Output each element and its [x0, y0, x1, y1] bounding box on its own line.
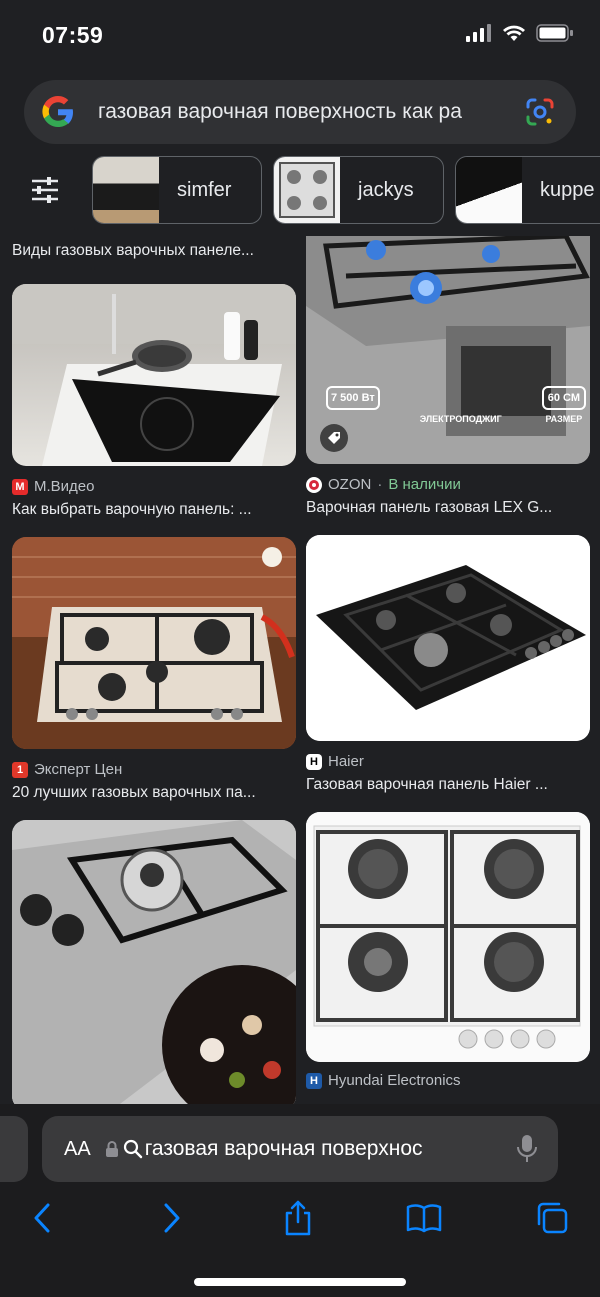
browser-toolbar: [0, 1196, 600, 1246]
back-button[interactable]: [20, 1196, 64, 1240]
result-source-name: OZON: [328, 476, 372, 493]
wifi-icon: [503, 25, 525, 41]
chip-kuppe[interactable]: kuppe: [455, 156, 600, 224]
chip-label: jackys: [358, 178, 414, 201]
image-results: Виды газовых варочных панеле... М М.Виде…: [0, 236, 600, 1104]
filter-sliders-icon[interactable]: [30, 176, 60, 204]
book-icon: [406, 1204, 442, 1233]
microphone-icon[interactable]: [516, 1134, 538, 1164]
power-badge-value: 7 500 Вт: [326, 386, 380, 410]
chevron-right-icon: [164, 1203, 180, 1233]
forward-button[interactable]: [150, 1196, 194, 1240]
result-image[interactable]: [306, 812, 590, 1062]
size-badge-label: РАЗМЕР: [545, 414, 583, 424]
expert-cen-favicon-icon: 1: [12, 761, 28, 778]
haier-favicon-icon: H: [306, 753, 322, 770]
filters-row: simfer jackys kuppe: [0, 154, 600, 228]
address-text[interactable]: газовая варочная поверхнос: [145, 1137, 475, 1161]
share-button[interactable]: [276, 1196, 320, 1240]
previous-tab-edge[interactable]: [0, 1116, 28, 1182]
product-badges: 7 500 Вт ЭЛЕКТРОПОДЖИГ 60 СМ РАЗМЕР: [326, 386, 586, 424]
search-icon: [123, 1139, 142, 1159]
result-source[interactable]: OZON · В наличии: [306, 476, 590, 493]
ozon-favicon-icon: [306, 476, 322, 493]
mvideo-favicon-icon: М: [12, 478, 28, 495]
result-title[interactable]: Как выбрать варочную панель: ...: [12, 501, 296, 519]
result-image[interactable]: [12, 284, 296, 466]
result-source[interactable]: H Haier: [306, 753, 590, 770]
separator: ·: [377, 476, 383, 493]
address-bar[interactable]: AA газовая варочная поверхнос: [42, 1116, 558, 1182]
tag-icon: [320, 424, 348, 452]
chip-jackys[interactable]: jackys: [273, 156, 444, 224]
result-source-name: Эксперт Цен: [34, 761, 123, 778]
chip-label: kuppe: [540, 178, 595, 201]
availability-label: В наличии: [388, 476, 461, 493]
browser-bottom-bar: AA газовая варочная поверхнос: [0, 1104, 600, 1297]
result-source[interactable]: 1 Эксперт Цен: [12, 761, 296, 778]
size-badge-value: 60 СМ: [541, 386, 586, 410]
share-icon: [285, 1200, 311, 1236]
chip-label: simfer: [177, 178, 232, 201]
status-time: 07:59: [42, 22, 104, 48]
home-indicator[interactable]: [194, 1278, 406, 1286]
tabs-icon: [537, 1202, 568, 1234]
result-image[interactable]: [12, 820, 296, 1104]
google-logo-icon: [42, 96, 73, 127]
ignition-badge: ЭЛЕКТРОПОДЖИГ: [419, 414, 502, 424]
result-title[interactable]: Варочная панель газовая LEX G...: [306, 499, 590, 517]
result-caption[interactable]: Виды газовых варочных панеле...: [12, 242, 296, 260]
reader-aa-button[interactable]: AA: [64, 1138, 91, 1161]
chip-simfer[interactable]: simfer: [92, 156, 262, 224]
result-source[interactable]: H Hyundai Electronics: [306, 1072, 590, 1089]
tabs-button[interactable]: [530, 1196, 574, 1240]
search-query[interactable]: газовая варочная поверхность как ра: [98, 100, 510, 124]
google-lens-icon[interactable]: [524, 96, 556, 128]
battery-icon: [536, 24, 573, 42]
bookmarks-button[interactable]: [402, 1196, 446, 1240]
result-source-name: Hyundai Electronics: [328, 1072, 461, 1089]
status-bar: 07:59: [0, 0, 600, 72]
chevron-left-icon: [34, 1203, 50, 1233]
chip-thumbnail: [93, 157, 159, 223]
size-badge: 60 СМ РАЗМЕР: [541, 386, 586, 424]
result-source[interactable]: М М.Видео: [12, 478, 296, 495]
lock-icon: [105, 1141, 118, 1157]
power-badge: 7 500 Вт: [326, 386, 380, 424]
chip-thumbnail: [274, 157, 340, 223]
signal-icon: [466, 24, 491, 42]
result-image[interactable]: 7 500 Вт ЭЛЕКТРОПОДЖИГ 60 СМ РАЗМЕР: [306, 236, 590, 464]
search-box[interactable]: газовая варочная поверхность как ра: [24, 80, 576, 144]
status-icons: [466, 24, 574, 42]
result-title[interactable]: 20 лучших газовых варочных па...: [12, 784, 296, 802]
result-source-name: Haier: [328, 753, 364, 770]
result-image[interactable]: [12, 537, 296, 749]
chip-thumbnail: [456, 157, 522, 223]
result-source-name: М.Видео: [34, 478, 95, 495]
result-image[interactable]: [306, 535, 590, 741]
hyundai-favicon-icon: H: [306, 1072, 322, 1089]
result-title[interactable]: Газовая варочная панель Haier ...: [306, 776, 590, 794]
